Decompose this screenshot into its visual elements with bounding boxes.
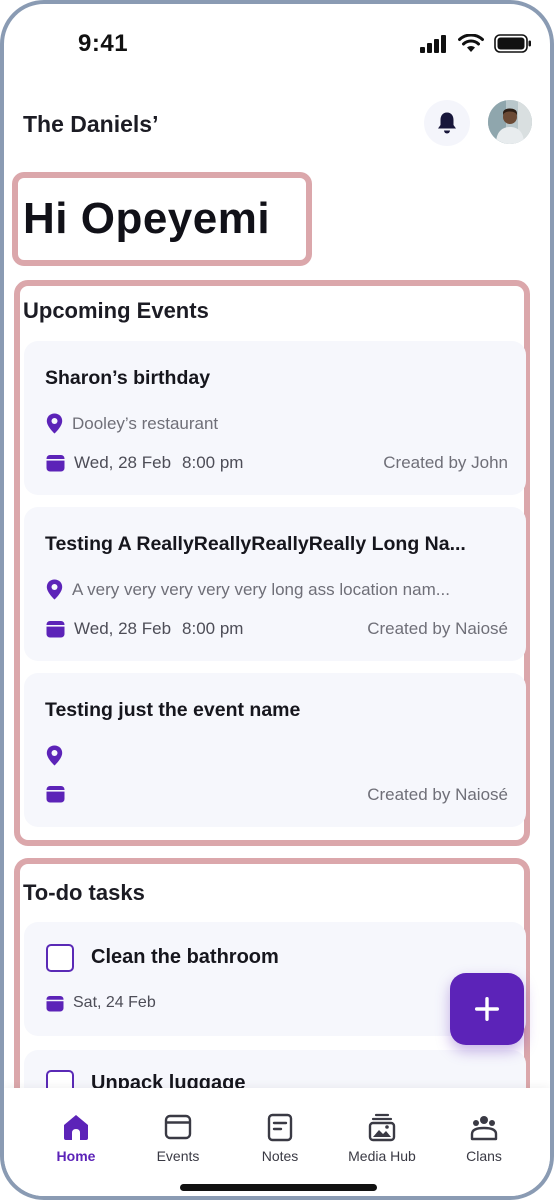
event-card[interactable]: Testing just the event name Created by N…: [24, 673, 526, 827]
event-card[interactable]: Testing A ReallyReallyReallyReally Long …: [24, 507, 526, 661]
event-name: Sharon’s birthday: [45, 367, 211, 389]
event-name: Testing A ReallyReallyReallyReally Long …: [45, 533, 466, 555]
family-name[interactable]: The Daniels’: [23, 111, 158, 138]
event-date-row: Wed, 28 Feb 8:00 pm: [46, 453, 243, 473]
task-date: Sat, 24 Feb: [73, 994, 156, 1011]
nav-notes[interactable]: Notes: [230, 1110, 330, 1164]
location-pin-icon: [46, 745, 63, 766]
task-name: Clean the bathroom: [91, 946, 279, 968]
nav-home[interactable]: Home: [26, 1110, 126, 1164]
task-date-row: Sat, 24 Feb: [46, 994, 156, 1012]
status-icons: [420, 34, 532, 53]
nav-clans[interactable]: Clans: [434, 1110, 534, 1164]
nav-label: Media Hub: [348, 1148, 416, 1164]
media-hub-icon: [365, 1110, 399, 1144]
location-pin-icon: [46, 413, 63, 434]
plus-icon: [475, 997, 499, 1021]
event-location-row: Dooley’s restaurant: [46, 413, 506, 434]
greeting: Hi Opeyemi: [23, 194, 271, 243]
avatar[interactable]: [488, 100, 532, 144]
calendar-icon: [46, 455, 65, 472]
signal-icon: [420, 34, 446, 53]
calendar-icon: [46, 995, 64, 1012]
events-section-title: Upcoming Events: [23, 298, 209, 323]
bell-icon: [438, 112, 456, 134]
notifications-button[interactable]: [424, 100, 470, 146]
wifi-icon: [458, 34, 484, 52]
event-card[interactable]: Sharon’s birthday Dooley’s restaurant We…: [24, 341, 526, 495]
clans-icon: [467, 1110, 501, 1144]
nav-events[interactable]: Events: [128, 1110, 228, 1164]
status-time: 9:41: [78, 30, 129, 57]
task-checkbox[interactable]: [46, 944, 74, 972]
event-time: 8:00 pm: [182, 619, 244, 638]
nav-media-hub[interactable]: Media Hub: [332, 1110, 432, 1164]
event-location-row: A very very very very very long ass loca…: [46, 579, 506, 600]
event-creator: Created by Naiosé: [367, 785, 508, 804]
event-date: Wed, 28 Feb: [74, 619, 172, 638]
avatar-photo: [488, 100, 532, 144]
event-time: 8:00 pm: [182, 453, 244, 472]
nav-label: Home: [56, 1148, 96, 1164]
event-date-row: Wed, 28 Feb 8:00 pm: [46, 619, 243, 639]
calendar-icon: [161, 1110, 195, 1144]
event-creator: Created by John: [383, 453, 508, 472]
event-location: Dooley’s restaurant: [72, 413, 219, 433]
home-indicator: [180, 1184, 377, 1191]
event-date: Wed, 28 Feb: [74, 453, 172, 472]
calendar-icon: [46, 786, 65, 803]
nav-label: Clans: [466, 1148, 502, 1164]
event-date-row: [46, 785, 83, 803]
event-location: A very very very very very long ass loca…: [72, 579, 450, 599]
phone-frame: 9:41 The Daniels’ Hi Opeyemi Upcoming Ev…: [0, 0, 554, 1200]
home-icon: [59, 1110, 93, 1144]
event-creator: Created by Naiosé: [367, 619, 508, 638]
event-location-row: [46, 745, 506, 766]
nav-label: Events: [156, 1148, 200, 1164]
event-name: Testing just the event name: [45, 699, 301, 721]
battery-icon: [494, 34, 531, 53]
calendar-icon: [46, 621, 65, 638]
nav-label: Notes: [261, 1148, 299, 1164]
notes-icon: [263, 1110, 297, 1144]
add-button[interactable]: [450, 973, 524, 1045]
location-pin-icon: [46, 579, 63, 600]
todo-section-title: To-do tasks: [23, 880, 145, 905]
